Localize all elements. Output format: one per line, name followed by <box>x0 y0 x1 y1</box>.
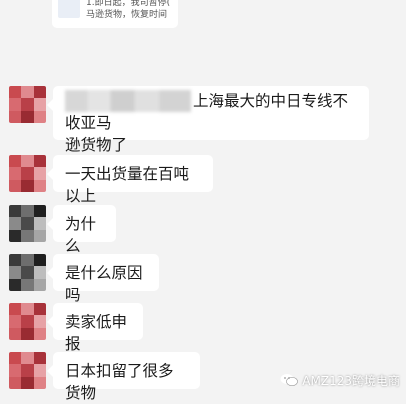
avatar[interactable] <box>9 155 46 192</box>
watermark-text: AMZ123跨境电商 <box>302 373 400 388</box>
card-text-line-1: 1.即日起，我司暂停( <box>86 0 171 8</box>
message-text: 卖家低申报 <box>65 313 128 353</box>
chat-transcript: 1.即日起，我司暂停( 马逊货物，恢复时间 上海最大的中日专线不收亚马 逊货物了… <box>0 0 406 402</box>
message-bubble: 一天出货量在百吨以上 <box>47 155 213 205</box>
message-text: 为什么 <box>65 215 97 255</box>
wechat-logo-icon <box>280 374 299 386</box>
message-bubble: 为什么 <box>47 205 116 255</box>
avatar[interactable] <box>9 205 46 242</box>
message-text: 一天出货量在百吨以上 <box>65 165 190 205</box>
message-bubble: 卖家低申报 <box>47 303 143 353</box>
card-text-line-2: 马逊货物，恢复时间 <box>86 10 168 20</box>
message-bubble: 是什么原因吗 <box>47 254 159 304</box>
message-bubble: 日本扣留了很多货物 <box>47 352 200 402</box>
message-text-line-2: 逊货物了 <box>65 136 128 154</box>
quoted-article-card[interactable]: 1.即日起，我司暂停( 马逊货物，恢复时间 <box>52 0 178 28</box>
avatar[interactable] <box>9 86 46 123</box>
watermark: AMZ123跨境电商 <box>280 370 400 390</box>
avatar[interactable] <box>9 303 46 340</box>
article-thumbnail <box>58 0 80 18</box>
message-text: 日本扣留了很多货物 <box>65 362 174 402</box>
message-text: 是什么原因吗 <box>65 264 143 304</box>
avatar[interactable] <box>9 352 46 389</box>
message-bubble: 上海最大的中日专线不收亚马 逊货物了 <box>47 86 369 154</box>
redacted-name-block <box>65 90 191 112</box>
avatar[interactable] <box>9 254 46 291</box>
